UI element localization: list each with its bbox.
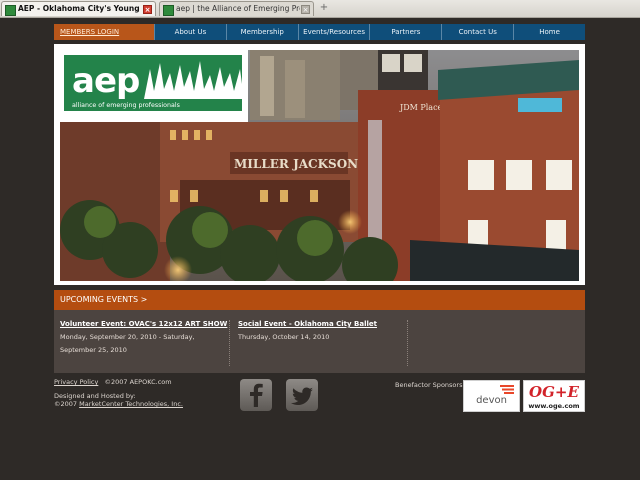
members-login-link[interactable]: MEMBERS LOGIN — [54, 24, 154, 40]
tab-title: aep | the Alliance of Emerging Professi.… — [176, 4, 300, 13]
facebook-icon[interactable] — [240, 379, 272, 411]
site-favicon-icon — [5, 5, 16, 16]
footer-info: Privacy Policy ©2007 AEPOKC.com Designed… — [54, 378, 214, 408]
designer-copyright: ©2007 — [54, 400, 78, 408]
event-date: Thursday, October 14, 2010 — [238, 333, 330, 341]
event-date: Monday, September 20, 2010 - Saturday, S… — [60, 333, 195, 354]
bricktown-night-photo: MILLER JACKSON COMPANY JDM Place aep all… — [60, 50, 579, 281]
list-item: Volunteer Event: OVAC's 12x12 ART SHOW M… — [60, 320, 230, 366]
browser-tab-inactive[interactable]: aep | the Alliance of Emerging Professi.… — [159, 1, 314, 16]
nav-events-resources[interactable]: Events/Resources — [297, 24, 370, 40]
aep-logo-block: aep alliance of emerging professionals — [64, 55, 244, 111]
twitter-bird-glyph — [291, 387, 313, 405]
privacy-policy-link[interactable]: Privacy Policy — [54, 378, 98, 386]
grass-icon — [144, 61, 244, 99]
nav-contact-us[interactable]: Contact Us — [441, 24, 513, 40]
hero-banner: MILLER JACKSON COMPANY JDM Place aep all… — [54, 44, 585, 285]
events-list: Volunteer Event: OVAC's 12x12 ART SHOW M… — [54, 310, 585, 373]
upcoming-events-link[interactable]: UPCOMING EVENTS > — [54, 290, 585, 310]
svg-text:JDM Place: JDM Place — [399, 103, 443, 112]
devon-stripes-icon — [500, 385, 514, 394]
oge-wordmark: OG+E — [529, 383, 579, 401]
browser-tab-active[interactable]: AEP - Oklahoma City's Young Prof... × — [1, 1, 156, 16]
list-item: Social Event - Oklahoma City Ballet Thur… — [238, 320, 408, 366]
copyright-text: ©2007 AEPOKC.com — [104, 378, 172, 386]
designer-link[interactable]: MarketCenter Technologies, Inc. — [79, 400, 183, 408]
main-nav: MEMBERS LOGIN About Us Membership Events… — [54, 24, 585, 40]
close-tab-icon[interactable]: × — [301, 5, 310, 14]
twitter-icon[interactable] — [286, 379, 318, 411]
new-tab-button[interactable]: + — [317, 2, 331, 15]
facebook-glyph — [250, 383, 263, 407]
nav-partners[interactable]: Partners — [369, 24, 441, 40]
aep-logo[interactable]: aep alliance of emerging professionals — [60, 50, 248, 122]
devon-wordmark: devon — [476, 395, 507, 406]
event-title-link[interactable]: Volunteer Event: OVAC's 12x12 ART SHOW — [60, 320, 229, 328]
event-title-link[interactable]: Social Event - Oklahoma City Ballet — [238, 320, 407, 328]
site-favicon-icon — [163, 5, 174, 16]
devon-sponsor-logo[interactable]: devon — [463, 380, 520, 412]
browser-tab-strip: AEP - Oklahoma City's Young Prof... × ae… — [0, 0, 640, 18]
close-tab-icon[interactable]: × — [143, 5, 152, 14]
nav-home[interactable]: Home — [513, 24, 585, 40]
oge-sponsor-logo[interactable]: OG+E www.oge.com — [523, 380, 585, 412]
logo-letters: aep — [72, 61, 140, 101]
oge-url-text: www.oge.com — [528, 402, 580, 410]
designed-by-text: Designed and Hosted by: — [54, 392, 136, 400]
nav-about-us[interactable]: About Us — [154, 24, 226, 40]
logo-tagline: alliance of emerging professionals — [72, 102, 180, 109]
nav-membership[interactable]: Membership — [225, 24, 298, 40]
tab-title: AEP - Oklahoma City's Young Prof... — [18, 4, 142, 13]
sponsors-label: Benefactor Sponsors : — [395, 381, 467, 389]
